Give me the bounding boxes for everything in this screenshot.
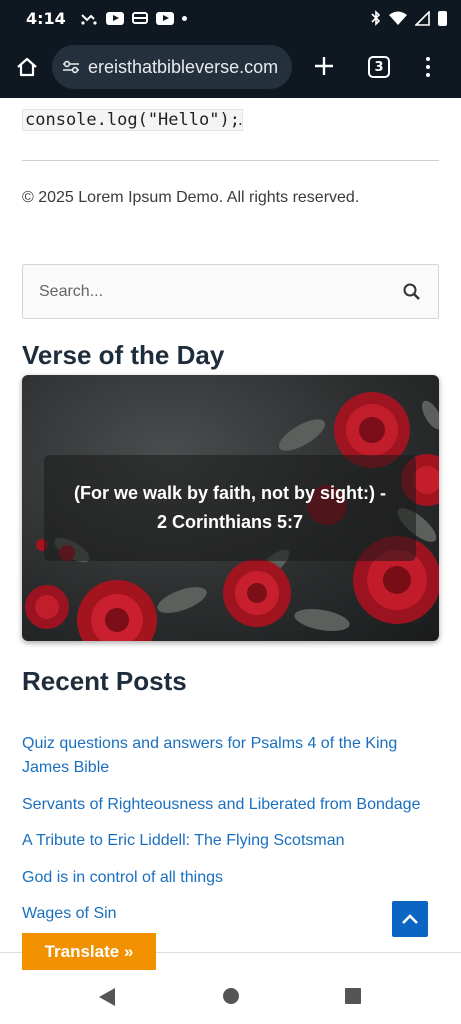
recent-post-link-3[interactable]: A Tribute to Eric Liddell: The Flying Sc… bbox=[22, 829, 439, 853]
search-icon[interactable] bbox=[402, 282, 422, 302]
address-bar[interactable]: ereisthatbibleverse.com bbox=[52, 45, 292, 89]
translate-button[interactable]: Translate » bbox=[22, 933, 156, 970]
search-form[interactable]: Search... bbox=[22, 264, 439, 319]
home-icon bbox=[17, 57, 37, 77]
nav-back-icon[interactable] bbox=[98, 987, 116, 1007]
recent-post-link-1[interactable]: Quiz questions and answers for Psalms 4 … bbox=[22, 732, 439, 780]
new-tab-button[interactable] bbox=[310, 52, 338, 82]
chevron-up-icon bbox=[402, 914, 418, 924]
scroll-to-top-button[interactable] bbox=[392, 901, 428, 937]
tab-count: 3 bbox=[374, 59, 384, 75]
footer-divider bbox=[22, 160, 439, 161]
nav-home-icon[interactable] bbox=[222, 987, 240, 1005]
android-nav-bar bbox=[0, 970, 461, 1024]
bluetooth-icon bbox=[371, 10, 381, 26]
new-tab-icon bbox=[315, 57, 333, 75]
tab-switcher-button[interactable]: 3 bbox=[368, 56, 390, 78]
recent-posts-heading: Recent Posts bbox=[22, 666, 187, 696]
verse-line-1: (For we walk by faith, not by sight:) - bbox=[73, 483, 386, 503]
overflow-menu-icon[interactable] bbox=[426, 57, 430, 77]
recent-post-link-4[interactable]: God is in control of all things bbox=[22, 866, 439, 890]
browser-toolbar: ereisthatbibleverse.com 3 bbox=[0, 36, 461, 98]
youtube-icon bbox=[105, 11, 124, 25]
youtube-icon-2 bbox=[155, 11, 174, 25]
site-settings-icon[interactable] bbox=[62, 60, 80, 74]
recent-post-link-2[interactable]: Servants of Righteousness and Liberated … bbox=[22, 793, 439, 817]
verse-of-day-heading: Verse of the Day bbox=[22, 340, 225, 370]
more-notifications-dot bbox=[181, 15, 187, 21]
recent-post-link-5[interactable]: Wages of Sin bbox=[22, 902, 439, 926]
status-time: 4:14 bbox=[26, 8, 66, 28]
verse-text: (For we walk by faith, not by sight:) - … bbox=[44, 479, 416, 537]
battery-icon bbox=[438, 10, 447, 26]
nav-recents-icon[interactable] bbox=[344, 987, 362, 1005]
translate-label: Translate » bbox=[44, 941, 134, 961]
code-snippet: console.log("Hello"); bbox=[22, 109, 243, 131]
status-bar: 4:14 bbox=[0, 0, 461, 36]
url-text: ereisthatbibleverse.com bbox=[88, 56, 279, 77]
code-text: console.log("Hello"); bbox=[22, 109, 243, 131]
wifi-icon bbox=[389, 11, 407, 25]
verse-card: (For we walk by faith, not by sight:) - … bbox=[22, 375, 439, 641]
search-input[interactable]: Search... bbox=[39, 283, 402, 301]
signal-icon bbox=[415, 10, 430, 26]
missed-call-icon bbox=[81, 14, 97, 25]
system-icons bbox=[371, 10, 447, 26]
copyright-text: © 2025 Lorem Ipsum Demo. All rights rese… bbox=[22, 189, 360, 206]
code-tail: . bbox=[238, 110, 243, 129]
verse-line-2: 2 Corinthians 5:7 bbox=[156, 512, 304, 532]
notification-icons bbox=[80, 11, 187, 25]
home-button[interactable] bbox=[8, 48, 46, 86]
drive-icon bbox=[131, 12, 148, 24]
